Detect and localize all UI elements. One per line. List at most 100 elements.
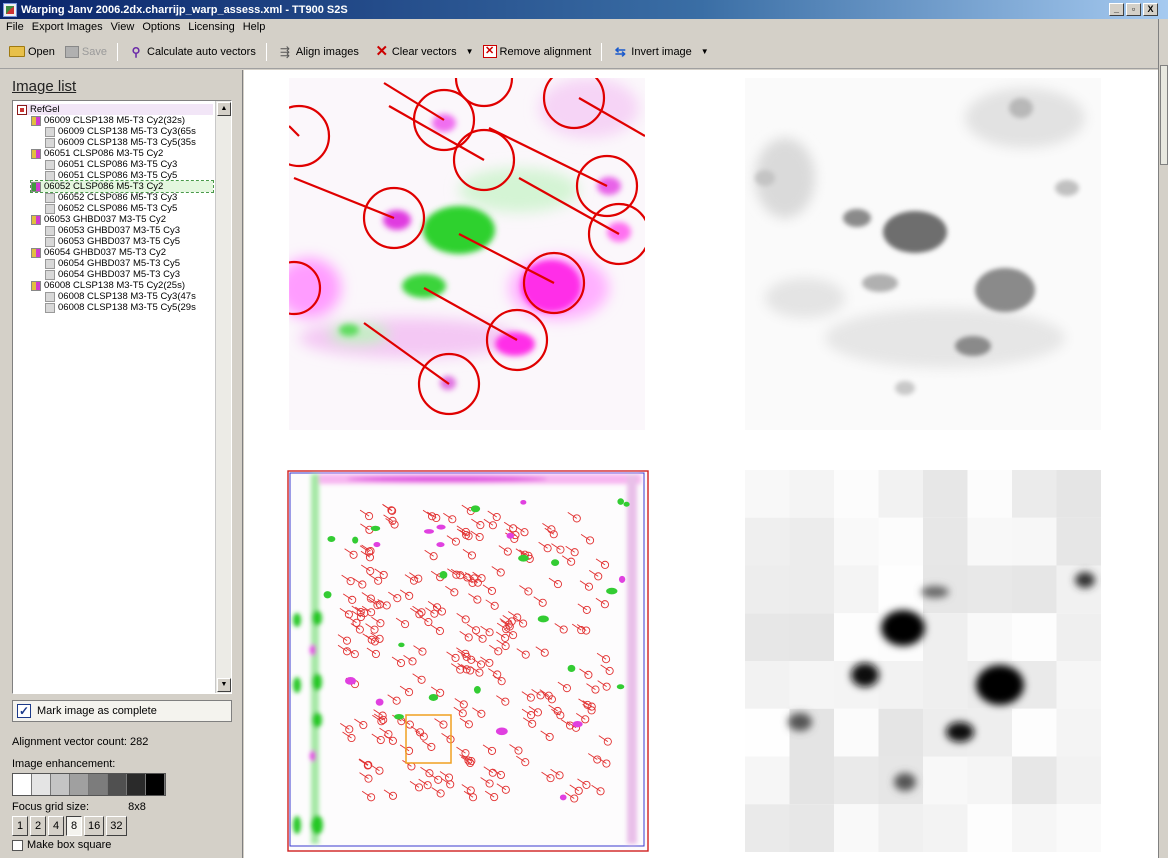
toolbar-separator	[117, 42, 118, 61]
menu-export-images[interactable]: Export Images	[28, 21, 107, 33]
image-icon	[45, 258, 55, 269]
tree-scrollbar[interactable]: ▲ ▼	[215, 101, 231, 693]
remove-label: Remove alignment	[499, 45, 592, 58]
minimize-button[interactable]: _	[1109, 3, 1124, 16]
tree-item[interactable]: 06008 CLSP138 M3-T5 Cy3(47s	[45, 291, 213, 302]
side-tab[interactable]	[1160, 65, 1168, 165]
menu-file[interactable]: File	[2, 21, 28, 33]
tree-item[interactable]: 06009 CLSP138 M5-T3 Cy2(32s)	[31, 115, 213, 126]
tree-item[interactable]: 06052 CLSP086 M5-T3 Cy3	[45, 192, 213, 203]
reference-gray-view[interactable]	[745, 78, 1101, 430]
invert-label: Invert image	[631, 45, 692, 58]
gel-group-icon	[31, 115, 41, 126]
grid-size-buttons: 1 2 4 8 16 32	[12, 816, 127, 836]
menu-help[interactable]: Help	[239, 21, 270, 33]
make-box-square-control[interactable]: Make box square	[12, 839, 111, 851]
enhancement-swatch[interactable]	[146, 774, 165, 795]
tree-item-label: 06052 CLSP086 M5-T3 Cy3	[58, 192, 178, 203]
tree-item-label: 06053 GHBD037 M3-T5 Cy5	[58, 236, 180, 247]
image-icon	[45, 203, 55, 214]
enhancement-swatch[interactable]	[13, 774, 32, 795]
open-label: Open	[28, 45, 55, 58]
tree-item[interactable]: 06009 CLSP138 M5-T3 Cy5(35s	[45, 137, 213, 148]
grid-size-button-4[interactable]: 4	[48, 816, 64, 836]
maximize-button[interactable]: ▫	[1126, 3, 1141, 16]
enhancement-swatch[interactable]	[32, 774, 51, 795]
menu-bar: File Export Images View Options Licensin…	[0, 19, 1168, 35]
invert-image-button[interactable]: ⇆ Invert image	[607, 43, 697, 61]
tree-item[interactable]: 06053 GHBD037 M3-T5 Cy5	[45, 236, 213, 247]
tree-item-label: 06008 CLSP138 M3-T5 Cy3(47s	[58, 291, 196, 302]
toolbar: Open Save ⚲ Calculate auto vectors ⇶ Ali…	[0, 35, 1158, 69]
enhancement-label: Image enhancement:	[12, 758, 116, 770]
tree-item-label: 06052 CLSP086 M5-T3 Cy5	[58, 203, 178, 214]
open-button[interactable]: Open	[4, 44, 60, 60]
save-button[interactable]: Save	[60, 44, 112, 60]
full-gel-overview[interactable]	[287, 470, 649, 852]
tree-item-label: 06008 CLSP138 M3-T5 Cy2(25s)	[44, 280, 185, 291]
tree-item[interactable]: 06053 GHBD037 M3-T5 Cy2	[31, 214, 213, 225]
image-icon	[45, 126, 55, 137]
tree-item-label: 06052 CLSP086 M5-T3 Cy2	[44, 181, 164, 192]
image-icon	[45, 137, 55, 148]
tree-item[interactable]: 06008 CLSP138 M3-T5 Cy2(25s)	[31, 280, 213, 291]
tree-item[interactable]: 06052 CLSP086 M5-T3 Cy2	[30, 180, 214, 193]
grid-size-button-2[interactable]: 2	[30, 816, 46, 836]
auto-vectors-icon: ⚲	[131, 44, 141, 59]
mark-complete-control[interactable]: ✓ Mark image as complete	[12, 700, 232, 722]
grid-size-button-32[interactable]: 32	[106, 816, 127, 836]
tree-item[interactable]: 06008 CLSP138 M3-T5 Cy5(29s	[45, 302, 213, 313]
enhancement-swatch[interactable]	[108, 774, 127, 795]
tree-item[interactable]: 06052 CLSP086 M5-T3 Cy5	[45, 203, 213, 214]
app-window: Warping Janv 2006.2dx.charrijp_warp_asse…	[0, 0, 1168, 858]
menu-options[interactable]: Options	[138, 21, 184, 33]
remove-alignment-button[interactable]: ✕ Remove alignment	[478, 43, 597, 60]
enhancement-swatches	[12, 773, 166, 796]
zoomed-overlay-view[interactable]	[289, 78, 645, 430]
mark-complete-checkbox[interactable]: ✓	[17, 704, 31, 718]
align-images-button[interactable]: ⇶ Align images	[272, 43, 364, 61]
tree-item-label: 06051 CLSP086 M3-T5 Cy5	[58, 170, 178, 181]
vector-count-line: Alignment vector count: 282	[12, 736, 148, 748]
tree-item[interactable]: 06051 CLSP086 M3-T5 Cy5	[45, 170, 213, 181]
grid-size-button-16[interactable]: 16	[84, 816, 105, 836]
enhancement-swatch[interactable]	[127, 774, 146, 795]
scroll-down-arrow-icon[interactable]: ▼	[217, 678, 231, 692]
tree-item[interactable]: 06054 GHBD037 M5-T3 Cy2	[31, 247, 213, 258]
tree-item[interactable]: 06054 GHBD037 M5-T3 Cy5	[45, 258, 213, 269]
right-side-strip	[1158, 19, 1168, 858]
menu-view[interactable]: View	[107, 21, 139, 33]
tree-root-item[interactable]: RefGel	[17, 104, 213, 115]
clear-x-icon: ✕	[375, 42, 389, 60]
tree-item[interactable]: 06054 GHBD037 M5-T3 Cy3	[45, 269, 213, 280]
grid-size-value: 8x8	[128, 801, 146, 813]
calculate-auto-vectors-button[interactable]: ⚲ Calculate auto vectors	[123, 43, 261, 61]
tree-item[interactable]: 06009 CLSP138 M5-T3 Cy3(65s	[45, 126, 213, 137]
tree-item-label: 06051 CLSP086 M3-T5 Cy2	[44, 148, 164, 159]
image-tree[interactable]: ▲ ▼ RefGel 06009 CLSP138 M5-T3 Cy2(32s) 06…	[12, 100, 232, 694]
clear-dropdown-arrow-icon[interactable]: ▼	[462, 47, 478, 56]
enhancement-swatch[interactable]	[51, 774, 70, 795]
vector-count-value: 282	[130, 736, 149, 748]
tree-item[interactable]: 06051 CLSP086 M3-T5 Cy2	[31, 148, 213, 159]
difference-grid-view[interactable]	[745, 470, 1101, 852]
gel-group-icon	[31, 148, 41, 159]
image-icon	[45, 192, 55, 203]
app-icon	[3, 2, 17, 17]
clear-vectors-button[interactable]: ✕ Clear vectors	[370, 43, 462, 61]
tree-item[interactable]: 06053 GHBD037 M3-T5 Cy3	[45, 225, 213, 236]
enhancement-swatch[interactable]	[89, 774, 108, 795]
calculate-label: Calculate auto vectors	[147, 45, 256, 58]
tree-item-label: 06009 CLSP138 M5-T3 Cy2(32s)	[44, 115, 185, 126]
close-button[interactable]: X	[1143, 3, 1158, 16]
align-icon: ⇶	[279, 44, 290, 59]
grid-size-button-1[interactable]: 1	[12, 816, 28, 836]
align-label: Align images	[295, 45, 359, 58]
make-box-square-checkbox[interactable]	[12, 839, 23, 851]
grid-size-button-8[interactable]: 8	[66, 816, 82, 836]
invert-dropdown-arrow-icon[interactable]: ▼	[697, 47, 713, 56]
enhancement-swatch[interactable]	[70, 774, 89, 795]
scroll-up-arrow-icon[interactable]: ▲	[217, 102, 231, 116]
menu-licensing[interactable]: Licensing	[184, 21, 238, 33]
tree-item[interactable]: 06051 CLSP086 M3-T5 Cy3	[45, 159, 213, 170]
